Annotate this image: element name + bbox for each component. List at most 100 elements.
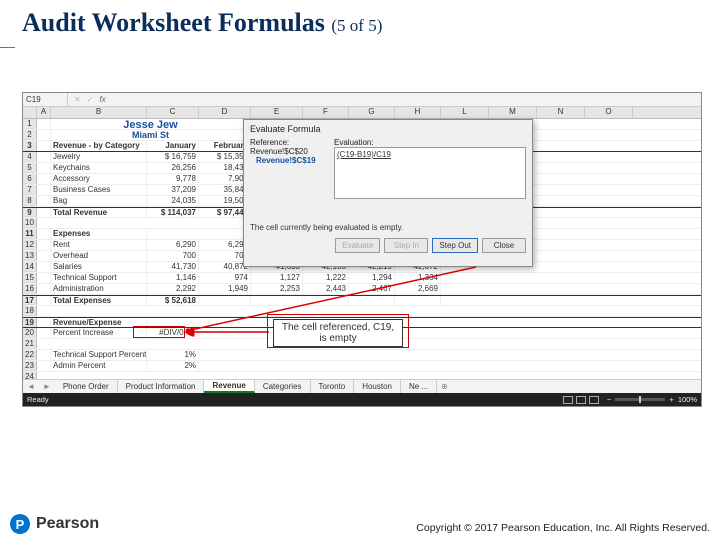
sheet-tab[interactable]: Ne ... [401, 380, 437, 393]
col-header[interactable]: F [303, 107, 349, 118]
cell[interactable]: Percent Increase [51, 328, 147, 338]
row-header[interactable]: 11 [23, 229, 37, 239]
cell[interactable]: 700 [147, 251, 199, 261]
row-header[interactable]: 13 [23, 251, 37, 261]
row-header[interactable]: 18 [23, 306, 37, 316]
sheet-tab[interactable]: Toronto [311, 380, 355, 393]
cell[interactable]: Jewelry [51, 152, 147, 162]
row-header[interactable]: 4 [23, 152, 37, 162]
cell[interactable]: $ 114,037 [147, 208, 199, 217]
row-header[interactable]: 16 [23, 284, 37, 294]
cell[interactable]: Administration [51, 284, 147, 294]
cell[interactable]: Expenses [51, 229, 147, 239]
col-header[interactable]: G [349, 107, 395, 118]
cell[interactable]: Technical Support Percent [51, 350, 147, 360]
callout-text: The cell referenced, C19, is empty [273, 319, 403, 347]
cell[interactable]: 6,290 [147, 240, 199, 250]
row-header[interactable]: 15 [23, 273, 37, 283]
col-header[interactable]: O [585, 107, 633, 118]
col-header[interactable]: B [51, 107, 147, 118]
col-header[interactable]: E [251, 107, 303, 118]
cell[interactable]: January [147, 141, 199, 151]
cancel-icon[interactable]: ✕ [74, 95, 81, 104]
row-header[interactable]: 22 [23, 350, 37, 360]
step-in-button[interactable]: Step In [384, 238, 428, 253]
cell-revenue-expense[interactable]: Revenue/Expense [51, 318, 147, 327]
cell[interactable]: 2% [147, 361, 199, 371]
tab-nav-next-icon[interactable]: ► [39, 382, 55, 391]
row-header[interactable]: 19 [23, 318, 37, 327]
step-out-button[interactable]: Step Out [432, 238, 478, 253]
name-box[interactable]: C19 [23, 93, 68, 106]
row-header[interactable]: 12 [23, 240, 37, 250]
cell[interactable]: Total Expenses [51, 296, 147, 305]
sheet-tab[interactable]: Product Information [118, 380, 205, 393]
copyright-text: Copyright © 2017 Pearson Education, Inc.… [416, 522, 710, 534]
col-header[interactable]: M [489, 107, 537, 118]
col-header[interactable]: A [37, 107, 51, 118]
cell[interactable]: 1% [147, 350, 199, 360]
close-button[interactable]: Close [482, 238, 526, 253]
sheet-tab[interactable]: Phone Order [55, 380, 118, 393]
cell[interactable]: Admin Percent [51, 361, 147, 371]
page-layout-icon[interactable] [576, 396, 586, 404]
normal-view-icon[interactable] [563, 396, 573, 404]
formula-bar[interactable]: ✕ ✓ fx [68, 93, 106, 106]
row-header[interactable]: 3 [23, 141, 37, 151]
cell[interactable]: Technical Support [51, 273, 147, 283]
dialog-empty-message: The cell currently being evaluated is em… [250, 223, 526, 232]
cell[interactable]: 24,035 [147, 196, 199, 206]
cell[interactable]: 9,778 [147, 174, 199, 184]
row-header[interactable]: 20 [23, 328, 37, 338]
accent-bar [0, 47, 15, 48]
row-header[interactable]: 1 [23, 119, 37, 129]
cell[interactable]: 37,209 [147, 185, 199, 195]
dialog-title: Evaluate Formula [250, 124, 526, 134]
col-header[interactable]: L [441, 107, 489, 118]
row-header[interactable]: 9 [23, 208, 37, 217]
cell[interactable]: Overhead [51, 251, 147, 261]
sheet-tab[interactable]: Revenue [204, 380, 254, 393]
row-header[interactable]: 23 [23, 361, 37, 371]
page-break-icon[interactable] [589, 396, 599, 404]
cell[interactable]: Rent [51, 240, 147, 250]
evaluation-label: Evaluation: [334, 138, 374, 147]
cell[interactable]: Bag [51, 196, 147, 206]
select-all-corner[interactable] [23, 107, 37, 118]
row-header[interactable]: 6 [23, 174, 37, 184]
cell[interactable]: 26,256 [147, 163, 199, 173]
cell[interactable]: Accessory [51, 174, 147, 184]
row-header[interactable]: 21 [23, 339, 37, 349]
row-header[interactable]: 7 [23, 185, 37, 195]
row-header[interactable]: 5 [23, 163, 37, 173]
cell[interactable]: Revenue - by Category [51, 141, 147, 151]
new-sheet-icon[interactable]: ⊕ [437, 382, 452, 391]
cell[interactable]: Total Revenue [51, 208, 147, 217]
col-header[interactable]: D [199, 107, 251, 118]
cell[interactable]: Keychains [51, 163, 147, 173]
cell[interactable]: Salaries [51, 262, 147, 272]
row-header[interactable]: 10 [23, 218, 37, 228]
cell[interactable]: Business Cases [51, 185, 147, 195]
col-header[interactable]: N [537, 107, 585, 118]
row-header[interactable]: 17 [23, 296, 37, 305]
sheet-tab[interactable]: Categories [255, 380, 311, 393]
status-text: Ready [27, 395, 49, 404]
reference-label: Reference: [250, 138, 330, 147]
sheet-tab[interactable]: Houston [354, 380, 401, 393]
cell[interactable]: $ 16,759 [147, 152, 199, 162]
zoom-in-icon[interactable]: + [669, 395, 673, 404]
row-header[interactable]: 14 [23, 262, 37, 272]
zoom-control[interactable]: − + 100% [607, 395, 697, 404]
view-mode-icons [563, 396, 599, 404]
col-header[interactable]: C [147, 107, 199, 118]
evaluate-button[interactable]: Evaluate [335, 238, 380, 253]
zoom-out-icon[interactable]: − [607, 395, 611, 404]
tab-nav-prev-icon[interactable]: ◄ [23, 382, 39, 391]
grid-body: 1 Jesse Jew 2 Miami St 3 Revenue - by Ca… [23, 119, 701, 391]
enter-icon[interactable]: ✓ [87, 95, 94, 104]
col-header[interactable]: H [395, 107, 441, 118]
row-header[interactable]: 8 [23, 196, 37, 206]
row-header[interactable]: 2 [23, 130, 37, 140]
fx-icon[interactable]: fx [99, 95, 105, 104]
